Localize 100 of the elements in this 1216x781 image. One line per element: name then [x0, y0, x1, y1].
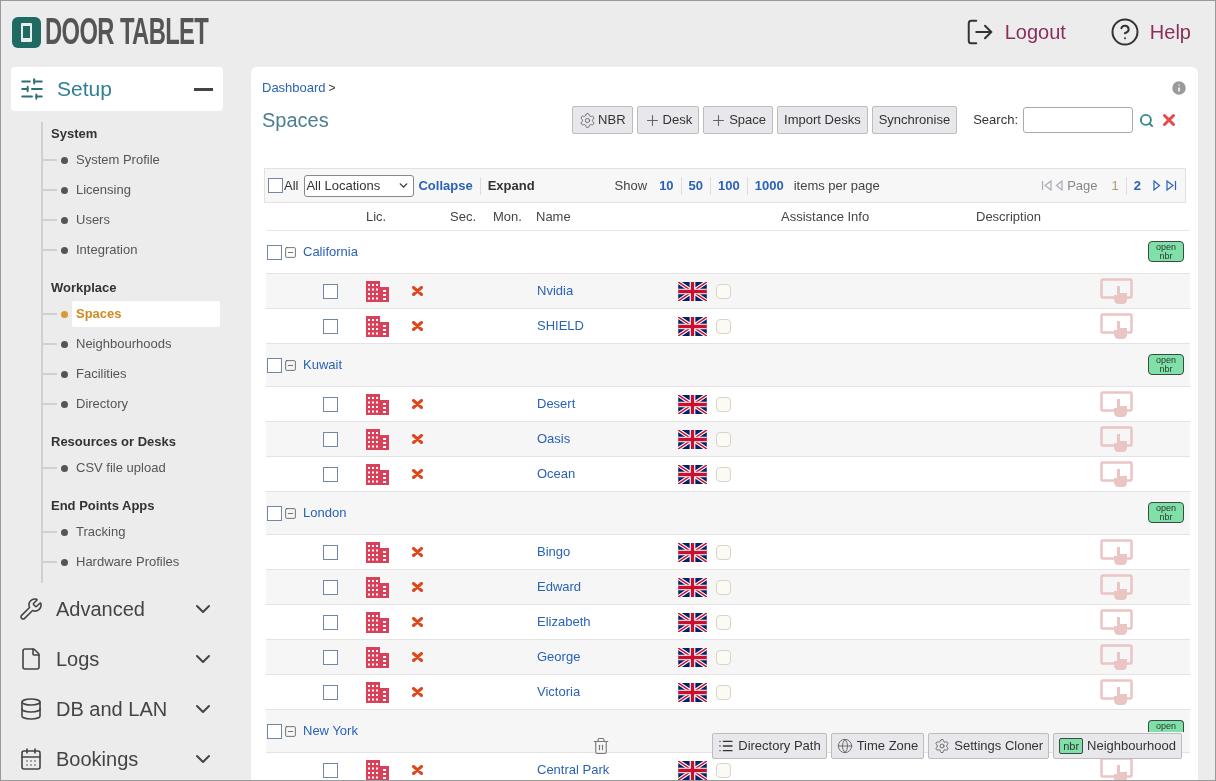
open-nbr-badge[interactable]: open nbr: [1148, 241, 1184, 262]
space-checkbox[interactable]: [323, 579, 338, 595]
monitor-checkbox[interactable]: [716, 466, 731, 482]
trash-icon[interactable]: [592, 737, 610, 755]
column-header: Lic.: [366, 207, 387, 226]
space-checkbox[interactable]: [323, 684, 338, 700]
sidebar-menu[interactable]: Logs: [11, 634, 223, 684]
location-link[interactable]: Kuwait: [303, 355, 343, 375]
sidebar-item[interactable]: Tracking: [72, 519, 126, 545]
group-checkbox[interactable]: [267, 244, 282, 260]
collapse-link[interactable]: Collapse: [418, 175, 473, 196]
sidebar-menu[interactable]: Advanced: [11, 584, 223, 634]
page-link[interactable]: 2: [1133, 175, 1141, 196]
search-field[interactable]: [1023, 107, 1133, 133]
collapse-toggle-icon[interactable]: [284, 724, 297, 738]
space-link[interactable]: Victoria: [537, 682, 581, 702]
space-link[interactable]: SHIELD: [537, 316, 584, 336]
space-checkbox[interactable]: [323, 431, 338, 447]
next-page-icon[interactable]: [1153, 180, 1161, 191]
sidebar-item[interactable]: Users: [72, 207, 110, 233]
space-link[interactable]: Desert: [537, 394, 576, 414]
monitor-checkbox[interactable]: [716, 684, 731, 700]
space-checkbox[interactable]: [323, 614, 338, 630]
toolbar-button[interactable]: Desk: [636, 106, 700, 134]
collapse-toggle-icon[interactable]: [284, 358, 297, 372]
page-size-link[interactable]: 1000: [754, 175, 784, 196]
bottom-toolbar-button[interactable]: nbr Neighbourhood: [1053, 733, 1182, 759]
monitor-checkbox[interactable]: [716, 431, 731, 447]
monitor-checkbox[interactable]: [716, 762, 731, 778]
monitor-checkbox[interactable]: [716, 283, 731, 299]
monitor-checkbox[interactable]: [716, 614, 731, 630]
monitor-checkbox[interactable]: [716, 649, 731, 665]
monitor-checkbox[interactable]: [716, 579, 731, 595]
space-link[interactable]: Nvidia: [537, 281, 574, 301]
space-checkbox[interactable]: [323, 396, 338, 412]
first-page-icon[interactable]: [1041, 180, 1054, 191]
bottom-toolbar-button[interactable]: Settings Cloner: [928, 733, 1050, 759]
collapse-toggle-icon[interactable]: [284, 245, 297, 259]
sidebar-menu[interactable]: Bookings: [11, 734, 223, 780]
expand-link[interactable]: Expand: [487, 175, 535, 196]
space-checkbox[interactable]: [323, 318, 338, 334]
page-size-link[interactable]: 100: [718, 175, 740, 196]
sidebar-item[interactable]: Hardware Profiles: [72, 549, 180, 575]
cross-icon: [412, 687, 423, 697]
monitor-checkbox[interactable]: [716, 544, 731, 560]
space-link[interactable]: Oasis: [537, 429, 571, 449]
open-nbr-badge[interactable]: open: [1148, 720, 1184, 732]
location-select[interactable]: All Locations: [304, 174, 415, 197]
space-link[interactable]: George: [537, 647, 581, 667]
space-checkbox[interactable]: [323, 466, 338, 482]
sidebar-item[interactable]: CSV file upload: [72, 455, 166, 481]
page-size-link[interactable]: 10: [659, 175, 674, 196]
help-link[interactable]: Help: [1109, 17, 1191, 47]
previous-page-icon[interactable]: [1055, 180, 1064, 191]
sidebar-item[interactable]: Licensing: [72, 177, 131, 203]
sidebar-item[interactable]: Neighbourhoods: [72, 331, 172, 357]
monitor-checkbox[interactable]: [716, 396, 731, 412]
logout-link[interactable]: Logout: [964, 17, 1066, 47]
space-checkbox[interactable]: [323, 649, 338, 665]
space-link[interactable]: Ocean: [537, 464, 576, 484]
group-checkbox[interactable]: [267, 505, 282, 521]
space-link[interactable]: Edward: [537, 577, 582, 597]
location-link[interactable]: New York: [303, 721, 358, 741]
toolbar-button[interactable]: Space: [703, 106, 774, 134]
open-nbr-badge[interactable]: open nbr: [1148, 354, 1184, 375]
group-checkbox[interactable]: [267, 723, 282, 739]
location-link[interactable]: California: [303, 242, 358, 262]
cross-icon: [412, 617, 423, 627]
page-size-link[interactable]: 50: [688, 175, 704, 196]
last-page-icon[interactable]: [1165, 180, 1177, 191]
monitor-checkbox[interactable]: [716, 318, 731, 334]
bottom-toolbar-button[interactable]: Directory Path: [712, 733, 827, 759]
tablet-touch-icon[interactable]: [1100, 756, 1133, 780]
sidebar-item[interactable]: System Profile: [72, 147, 160, 173]
sidebar-item[interactable]: Facilities: [72, 361, 127, 387]
breadcrumb-link[interactable]: Dashboard: [262, 78, 326, 98]
sidebar-item[interactable]: Directory: [72, 391, 128, 417]
clear-icon[interactable]: [1160, 111, 1178, 129]
setup-header[interactable]: Setup: [11, 67, 223, 111]
bottom-toolbar-button[interactable]: Time Zone: [830, 733, 925, 759]
toolbar-button[interactable]: NBR: [572, 106, 633, 134]
search-icon[interactable]: [1139, 112, 1154, 128]
menu-group-title: Resources or Desks: [51, 432, 176, 451]
toolbar-button[interactable]: Import Desks: [777, 106, 868, 134]
toolbar-button[interactable]: Synchronise: [871, 106, 958, 134]
sidebar-menu[interactable]: DB and LAN: [11, 684, 223, 734]
space-checkbox[interactable]: [323, 283, 338, 299]
sidebar-item[interactable]: Integration: [72, 237, 138, 263]
space-checkbox[interactable]: [323, 762, 338, 778]
space-link[interactable]: Elizabeth: [537, 612, 591, 632]
space-link[interactable]: Central Park: [537, 760, 610, 780]
space-link[interactable]: Bingo: [537, 542, 571, 562]
location-link[interactable]: London: [303, 503, 347, 523]
select-all-checkbox[interactable]: [268, 178, 283, 193]
collapse-icon[interactable]: [194, 87, 213, 91]
info-icon[interactable]: [1170, 79, 1188, 97]
collapse-toggle-icon[interactable]: [284, 506, 297, 520]
open-nbr-badge[interactable]: open nbr: [1148, 502, 1184, 523]
group-checkbox[interactable]: [267, 357, 282, 373]
space-checkbox[interactable]: [323, 544, 338, 560]
